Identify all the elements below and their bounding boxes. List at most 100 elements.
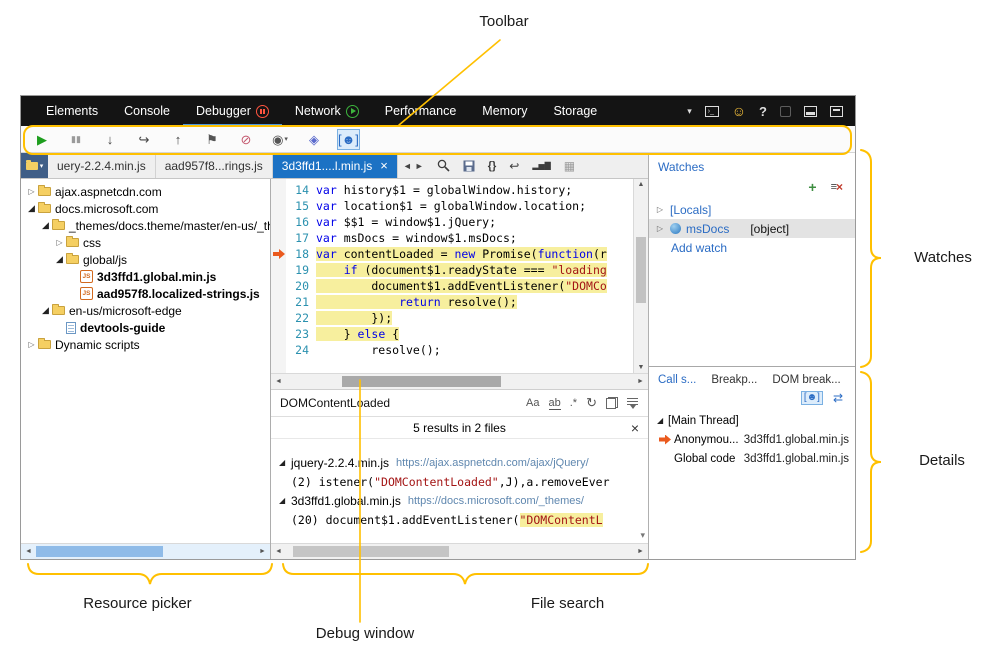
top-tab-elements[interactable]: Elements [33,96,111,126]
result-file-row[interactable]: ◢3d3ffd1.global.min.jshttps://docs.micro… [271,491,648,510]
line-number[interactable]: 19 [286,263,316,277]
scroll-left-icon[interactable] [271,548,286,555]
breakpoint-margin[interactable] [271,246,286,262]
match-case-icon[interactable]: Aa [526,397,539,409]
breakpoint-margin[interactable] [271,230,286,246]
watch-item-msdocs[interactable]: ▷msDocs[object] [649,219,855,238]
breakpoint-margin[interactable] [271,326,286,342]
add-watch-icon[interactable]: + [808,180,816,194]
line-number[interactable]: 15 [286,199,316,213]
continue-icon[interactable]: ▶ [31,129,53,150]
scrollbar-track[interactable] [286,374,633,389]
collapse-results-icon[interactable] [627,397,639,409]
scroll-right-icon[interactable] [255,548,270,555]
pretty-print-icon[interactable]: {} [488,160,497,172]
help-icon[interactable]: ? [759,104,767,119]
file-tab-uery-2-2-4-min-js[interactable]: uery-2.2.4.min.js [48,153,156,178]
code-editor[interactable]: 14var history$1 = globalWindow.history;1… [271,179,648,373]
breakpoint-margin[interactable] [271,342,286,358]
scrollbar-thumb[interactable] [636,237,646,303]
console-drawer-icon[interactable] [705,106,719,117]
tree-item-dynamic-scripts[interactable]: ▷Dynamic scripts [21,336,270,353]
line-number[interactable]: 17 [286,231,316,245]
tree-item-devtools-guide[interactable]: devtools-guide [21,319,270,336]
line-number[interactable]: 18 [286,247,316,261]
breakpoint-margin[interactable] [271,310,286,326]
details-tab-dom-break[interactable]: DOM break... [772,374,840,386]
expander-icon[interactable]: ◢ [53,254,66,265]
async-callstack-icon[interactable]: ⇄ [833,391,843,405]
expander-icon[interactable]: ◢ [39,305,52,316]
result-match-row[interactable]: (20) document$1.addEventListener("DOMCon… [271,510,648,529]
scroll-left-icon[interactable] [271,378,286,385]
word-wrap-icon[interactable]: ↩ [509,159,519,173]
scroll-left-icon[interactable] [21,548,36,555]
step-out-icon[interactable]: ↑ [167,129,189,150]
scrollbar-thumb[interactable] [342,376,502,387]
prev-tab-icon[interactable] [403,161,412,171]
resource-picker-button[interactable]: ▾ [21,153,48,178]
whole-word-icon[interactable]: ab [549,397,561,410]
scrollbar-thumb[interactable] [293,546,449,557]
line-number[interactable]: 16 [286,215,316,229]
break-on-new-worker-icon[interactable]: ⚑ [201,129,223,150]
line-number[interactable]: 14 [286,183,316,197]
profiler-chart-icon[interactable]: ▂▅▇ [532,161,550,170]
top-tab-network[interactable]: Network [282,96,372,126]
expander-icon[interactable]: ◢ [279,458,291,467]
tree-item-themes-docs-theme-master-en-us-th[interactable]: ◢_themes/docs.theme/master/en-us/_th [21,217,270,234]
breakpoint-margin[interactable] [271,262,286,278]
expander-icon[interactable]: ▷ [25,187,38,196]
line-number[interactable]: 21 [286,295,316,309]
editor-vertical-scrollbar[interactable] [633,179,648,373]
close-tab-icon[interactable]: × [380,159,388,172]
top-tab-storage[interactable]: Storage [540,96,610,126]
result-file-row[interactable]: ◢jquery-2.2.4.min.jshttps://ajax.aspnetc… [271,453,648,472]
breakpoint-margin[interactable] [271,278,286,294]
refresh-search-icon[interactable]: ↻ [586,395,597,411]
file-tab-aad957f8-rings-js[interactable]: aad957f8...rings.js [156,153,273,178]
line-number[interactable]: 23 [286,327,316,341]
step-into-icon[interactable]: ↓ [99,129,121,150]
watch-item-locals[interactable]: ▷[Locals] [649,200,855,219]
close-search-icon[interactable]: × [631,417,639,439]
expander-icon[interactable]: ▷ [655,224,665,233]
top-tab-memory[interactable]: Memory [469,96,540,126]
breakpoint-margin[interactable] [271,294,286,310]
source-map-grid-icon[interactable]: ▦ [564,159,575,173]
top-tab-debugger[interactable]: Debugger [183,96,282,126]
tree-item-css[interactable]: ▷css [21,234,270,251]
details-tab-breakp[interactable]: Breakp... [711,374,757,386]
expander-icon[interactable]: ◢ [657,416,668,425]
breakpoint-margin[interactable] [271,182,286,198]
callstack-frame-row[interactable]: Global code3d3ffd1.global.min.js [649,449,855,468]
line-number[interactable]: 20 [286,279,316,293]
scroll-right-icon[interactable] [633,548,648,555]
expander-icon[interactable]: ◢ [279,496,291,505]
regex-icon[interactable]: .* [570,397,577,409]
next-tab-icon[interactable] [415,161,424,171]
tree-item-ajax-aspnetcdn-com[interactable]: ▷ajax.aspnetcdn.com [21,183,270,200]
expander-icon[interactable]: ◢ [25,203,38,214]
tree-item-aad957f8-localized-strings-js[interactable]: JSaad957f8.localized-strings.js [21,285,270,302]
clear-watches-icon[interactable]: ≡ × [831,180,843,194]
tree-item-en-us-microsoft-edge[interactable]: ◢en-us/microsoft-edge [21,302,270,319]
add-watch-link[interactable]: Add watch [649,238,855,257]
search-input[interactable]: DOMContentLoaded [280,396,517,410]
scroll-down-icon[interactable] [640,530,645,541]
thread-row[interactable]: ◢[Main Thread] [649,411,855,430]
tree-item-docs-microsoft-com[interactable]: ◢docs.microsoft.com [21,200,270,217]
expander-icon[interactable]: ▷ [655,205,665,214]
tree-item-3d3ffd1-global-min-js[interactable]: JS3d3ffd1.global.min.js [21,268,270,285]
line-number[interactable]: 22 [286,311,316,325]
file-tab-3d3ffd1-l-min-js[interactable]: 3d3ffd1....l.min.js× [273,153,398,178]
scrollbar-thumb[interactable] [36,546,163,557]
expander-icon[interactable]: ▷ [25,340,38,349]
breakpoint-margin[interactable] [271,198,286,214]
pin-icon[interactable] [780,106,791,117]
just-my-code-icon[interactable]: [☻] [337,129,360,150]
break-icon[interactable]: ▮▮ [65,129,87,150]
feedback-smiley-icon[interactable]: ☺ [732,103,746,119]
scroll-right-icon[interactable] [633,378,648,385]
top-tab-console[interactable]: Console [111,96,183,126]
